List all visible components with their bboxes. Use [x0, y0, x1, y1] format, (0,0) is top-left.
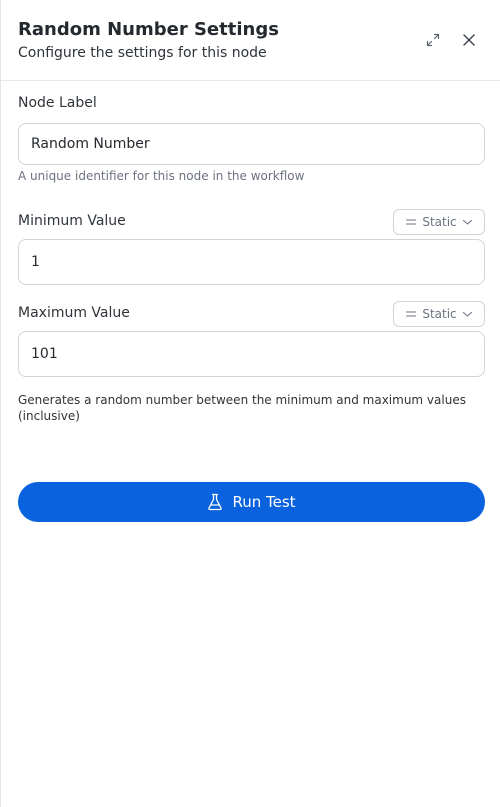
maximum-mode-text: Static — [422, 307, 457, 321]
minimum-value-label: Minimum Value — [18, 213, 126, 229]
expand-icon — [426, 33, 440, 47]
node-label-helper: A unique identifier for this node in the… — [18, 169, 305, 183]
minimum-value-input[interactable] — [18, 239, 485, 285]
run-test-label: Run Test — [232, 493, 296, 511]
chevron-down-icon — [462, 311, 472, 317]
panel-header: Random Number Settings Configure the set… — [1, 0, 500, 81]
maximum-value-input[interactable] — [18, 331, 485, 377]
run-test-button[interactable]: Run Test — [18, 482, 485, 522]
close-button[interactable] — [457, 28, 481, 52]
expand-button[interactable] — [421, 28, 445, 52]
close-icon — [463, 34, 475, 46]
panel-title: Random Number Settings — [18, 19, 279, 40]
minimum-mode-text: Static — [422, 215, 457, 229]
maximum-value-label: Maximum Value — [18, 305, 130, 321]
equals-icon — [406, 219, 417, 225]
equals-icon — [406, 311, 417, 317]
node-label-title: Node Label — [18, 95, 97, 111]
settings-panel: Random Number Settings Configure the set… — [0, 0, 500, 807]
node-description: Generates a random number between the mi… — [18, 393, 466, 423]
node-label-input[interactable] — [18, 123, 485, 165]
minimum-mode-select[interactable]: Static — [393, 209, 485, 235]
maximum-mode-select[interactable]: Static — [393, 301, 485, 327]
panel-subtitle: Configure the settings for this node — [18, 45, 267, 61]
flask-icon — [208, 493, 223, 511]
chevron-down-icon — [462, 219, 472, 225]
